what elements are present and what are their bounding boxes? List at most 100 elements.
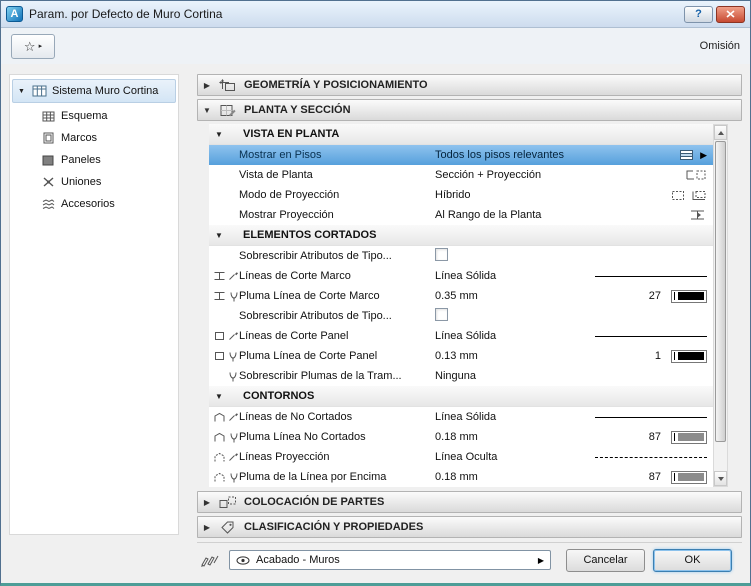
plan-view-value[interactable]: Sección + Proyección: [435, 169, 583, 181]
linetype-preview[interactable]: [595, 275, 707, 277]
pen-number: 27: [648, 290, 661, 302]
pen-set-icon: [199, 554, 221, 567]
popup-arrow-icon[interactable]: ▶: [700, 150, 707, 160]
help-button[interactable]: ?: [684, 5, 713, 23]
linetype-pencil-icon: [227, 331, 239, 341]
row-pluma-linea-de-corte-panel[interactable]: Pluma Línea de Corte Panel 0.13 mm 1: [209, 346, 713, 366]
window-title: Param. por Defecto de Muro Cortina: [29, 7, 223, 21]
row-pluma-de-la-linea-por-encima[interactable]: Pluma de la Línea por Encima 0.18 mm 87: [209, 467, 713, 487]
row-sobrescribir-plumas-trama[interactable]: Sobrescribir Plumas de la Tram... Ningun…: [209, 366, 713, 386]
star-icon: ☆: [23, 38, 36, 54]
pen-weight-value[interactable]: 0.35 mm: [435, 290, 583, 302]
titlebar[interactable]: A Param. por Defecto de Muro Cortina ?: [1, 1, 750, 28]
sidebar-item-paneles[interactable]: Paneles: [10, 149, 178, 171]
projection-mode-value[interactable]: Híbrido: [435, 189, 583, 201]
pen-color-preview[interactable]: [671, 289, 707, 303]
collapse-triangle-icon[interactable]: ▼: [215, 231, 229, 240]
linetype-value[interactable]: Línea Sólida: [435, 411, 583, 423]
projection-mode-hybrid-icon[interactable]: [691, 190, 707, 201]
pen-color-preview[interactable]: [671, 470, 707, 484]
row-modo-de-proyeccion[interactable]: Modo de Proyección Híbrido: [209, 185, 713, 205]
scrollbar-thumb[interactable]: [715, 141, 726, 442]
mullion-icon: [213, 291, 226, 302]
sidebar-item-accesorios[interactable]: Accesorios: [10, 193, 178, 215]
pen-weight-value[interactable]: 0.18 mm: [435, 431, 583, 443]
group-header-elementos-cortados[interactable]: ▼ ELEMENTOS CORTADOS: [209, 225, 713, 246]
collapse-arrow-icon[interactable]: ▼: [202, 106, 212, 115]
row-label: Pluma Línea No Cortados: [239, 431, 366, 443]
sidebar-item-sistema-muro-cortina[interactable]: ▼ Sistema Muro Cortina: [12, 79, 176, 103]
row-sobrescribir-atributos-marco[interactable]: Sobrescribir Atributos de Tipo...: [209, 246, 713, 266]
stories-value[interactable]: Todos los pisos relevantes: [435, 149, 583, 161]
scheme-icon: [40, 111, 56, 122]
group-header-contornos[interactable]: ▼ CONTORNOS: [209, 386, 713, 407]
section-title: COLOCACIÓN DE PARTES: [244, 496, 385, 508]
row-pluma-linea-de-corte-marco[interactable]: Pluma Línea de Corte Marco 0.35 mm 27: [209, 286, 713, 306]
section-title: PLANTA Y SECCIÓN: [244, 104, 351, 116]
collapse-triangle-icon[interactable]: ▼: [215, 392, 229, 401]
row-mostrar-en-pisos[interactable]: Mostrar en Pisos Todos los pisos relevan…: [209, 145, 713, 165]
projection-range-picker-icon[interactable]: [689, 209, 707, 221]
pen-number: 87: [648, 471, 661, 483]
dropdown-value: Acabado - Muros: [256, 554, 340, 566]
settings-rows: ▼ VISTA EN PLANTA Mostrar en Pisos Todos…: [209, 124, 713, 487]
projection-mode-dashed-icon[interactable]: [671, 190, 685, 201]
plan-view-picker-icon[interactable]: [685, 169, 707, 181]
tree-expander-icon[interactable]: ▼: [17, 88, 26, 95]
scroll-up-button[interactable]: [714, 125, 727, 140]
override-attributes-checkbox[interactable]: [435, 248, 448, 261]
ok-button[interactable]: OK: [653, 548, 732, 572]
pen-color-preview[interactable]: [671, 430, 707, 444]
pen-weight-value[interactable]: 0.18 mm: [435, 471, 583, 483]
scroll-down-button[interactable]: [714, 471, 727, 486]
sidebar-item-uniones[interactable]: Uniones: [10, 171, 178, 193]
favorites-dropdown-arrow-icon: ▸: [38, 43, 43, 50]
favorites-button[interactable]: ☆ ▸: [11, 33, 55, 59]
section-clasificacion-y-propiedades[interactable]: ▶ CLASIFICACIÓN Y PROPIEDADES: [197, 516, 742, 538]
group-header-vista-en-planta[interactable]: ▼ VISTA EN PLANTA: [209, 124, 713, 145]
projection-range-value[interactable]: Al Rango de la Planta: [435, 209, 583, 221]
section-colocacion-de-partes[interactable]: ▶ COLOCACIÓN DE PARTES: [197, 491, 742, 513]
row-mostrar-proyeccion[interactable]: Mostrar Proyección Al Rango de la Planta: [209, 205, 713, 225]
section-planta-y-seccion[interactable]: ▼ PLANTA Y SECCIÓN: [197, 99, 742, 121]
override-attributes-checkbox[interactable]: [435, 308, 448, 321]
linetype-preview[interactable]: [595, 456, 707, 458]
fill-pen-override-value[interactable]: Ninguna: [435, 370, 583, 382]
row-pluma-linea-no-cortados[interactable]: Pluma Línea No Cortados 0.18 mm 87: [209, 427, 713, 447]
linetype-value[interactable]: Línea Sólida: [435, 330, 583, 342]
sidebar-item-esquema[interactable]: Esquema: [10, 105, 178, 127]
expand-arrow-icon[interactable]: ▶: [202, 81, 212, 90]
linetype-preview[interactable]: [595, 416, 707, 418]
row-lineas-de-corte-panel[interactable]: Líneas de Corte Panel Línea Sólida: [209, 326, 713, 346]
row-lineas-proyeccion[interactable]: Líneas Proyección Línea Oculta: [209, 447, 713, 467]
vertical-scrollbar[interactable]: [713, 124, 728, 487]
row-lineas-de-corte-marco[interactable]: Líneas de Corte Marco Línea Sólida: [209, 266, 713, 286]
linetype-preview[interactable]: [595, 335, 707, 337]
frame-icon: [40, 132, 56, 144]
pen-weight-value[interactable]: 0.13 mm: [435, 350, 583, 362]
tree-item-label: Accesorios: [61, 198, 115, 210]
dialog-body: ▼ Sistema Muro Cortina Esquema Marcos Pa…: [1, 64, 750, 583]
collapse-triangle-icon[interactable]: ▼: [215, 130, 229, 139]
surface-dropdown[interactable]: Acabado - Muros ▶: [229, 550, 551, 570]
geometry-icon: [218, 78, 238, 92]
linetype-value[interactable]: Línea Oculta: [435, 451, 583, 463]
row-sobrescribir-atributos-panel[interactable]: Sobrescribir Atributos de Tipo...: [209, 306, 713, 326]
linetype-value[interactable]: Línea Sólida: [435, 270, 583, 282]
expand-arrow-icon[interactable]: ▶: [202, 523, 212, 532]
stories-picker-icon[interactable]: [679, 149, 694, 161]
cancel-button[interactable]: Cancelar: [566, 548, 645, 572]
row-label: Pluma Línea de Corte Panel: [239, 350, 378, 362]
pen-icon: [228, 432, 239, 443]
close-button[interactable]: [716, 5, 745, 23]
pen-icon: [228, 472, 239, 483]
sidebar-item-marcos[interactable]: Marcos: [10, 127, 178, 149]
row-lineas-de-no-cortados[interactable]: Líneas de No Cortados Línea Sólida: [209, 407, 713, 427]
linetype-pencil-icon: [228, 412, 239, 423]
pen-color-preview[interactable]: [671, 349, 707, 363]
row-vista-de-planta[interactable]: Vista de Planta Sección + Proyección: [209, 165, 713, 185]
section-geometria-y-posicionamiento[interactable]: ▶ GEOMETRÍA Y POSICIONAMIENTO: [197, 74, 742, 96]
expand-arrow-icon[interactable]: ▶: [202, 498, 212, 507]
tree-item-label: Sistema Muro Cortina: [52, 85, 159, 97]
dialog-toolbar: ☆ ▸ Omisión: [1, 28, 750, 64]
